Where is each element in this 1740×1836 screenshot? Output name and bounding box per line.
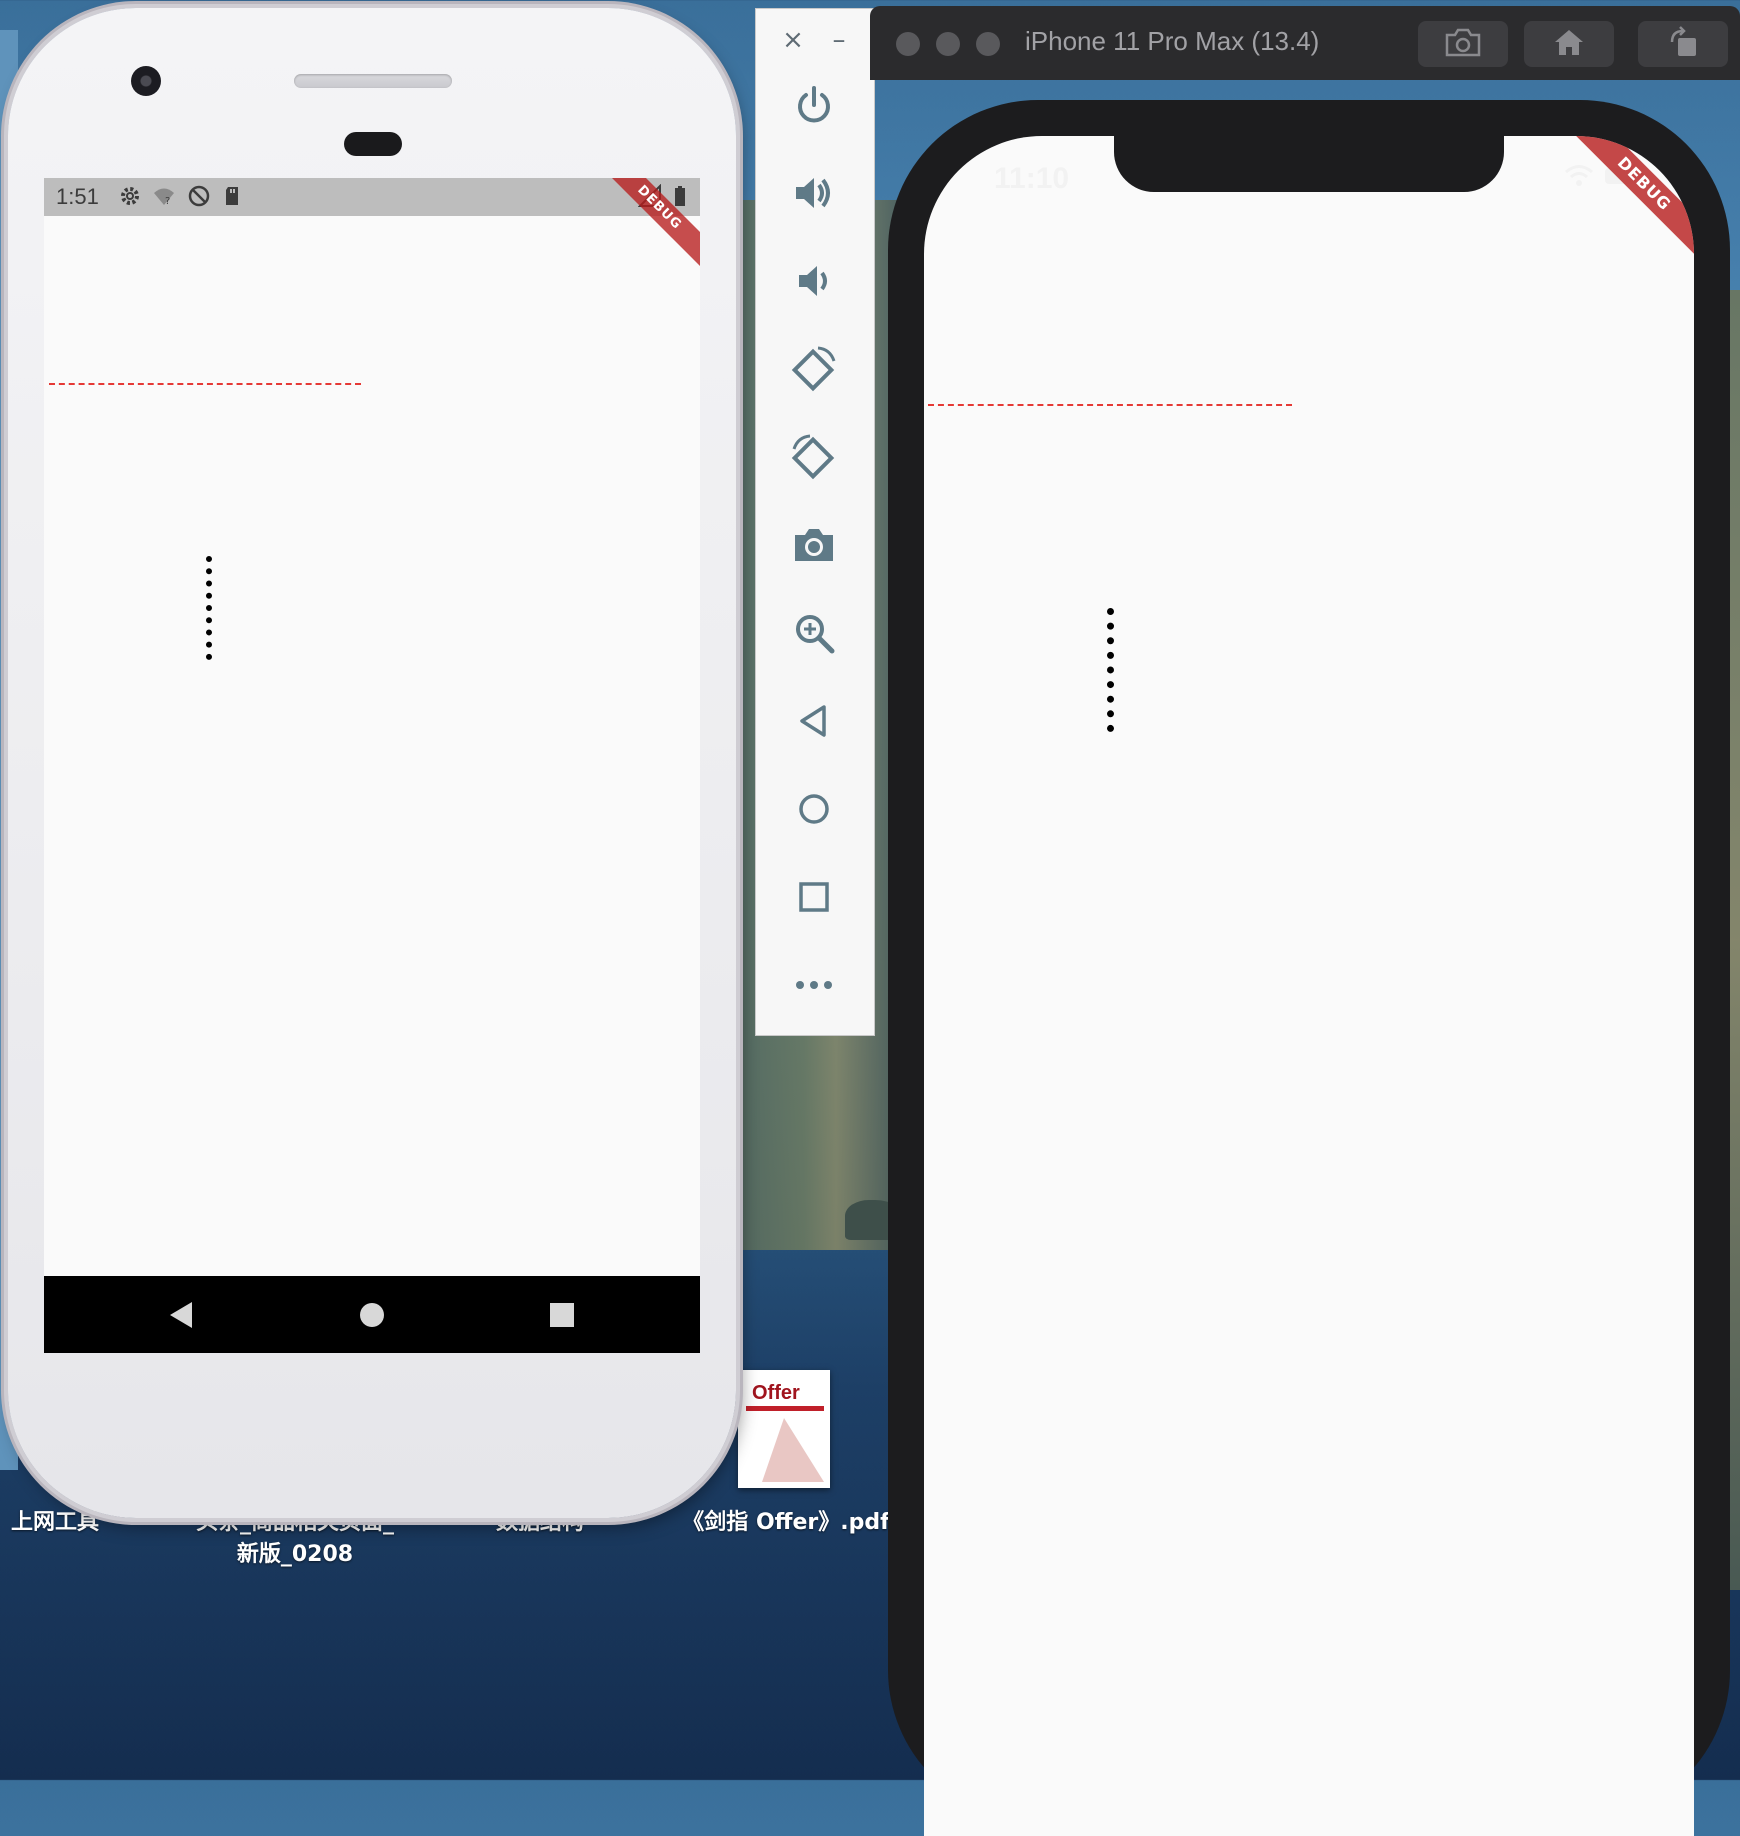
home-button[interactable] — [1524, 21, 1614, 67]
rotate-left-icon[interactable] — [784, 339, 844, 399]
earpiece-speaker — [294, 74, 452, 88]
dotted-line-vertical — [1107, 608, 1114, 732]
recents-icon[interactable] — [550, 1303, 574, 1327]
status-time: 11:10 — [994, 162, 1070, 195]
sd-card-icon — [221, 184, 245, 208]
overview-icon[interactable] — [784, 867, 844, 927]
no-sync-icon — [187, 184, 211, 208]
dashed-line-horizontal — [928, 404, 1292, 406]
pdf-thumbnail-band — [746, 1406, 824, 1411]
back-icon[interactable] — [784, 691, 844, 751]
android-emulator-device: 1:51 ? DEBUG — [8, 8, 736, 1518]
gear-icon — [118, 184, 142, 208]
home-icon[interactable] — [784, 779, 844, 839]
ios-simulator-device: 11:10 DEBUG — [888, 100, 1730, 1836]
screenshot-icon — [1445, 27, 1481, 61]
camera-icon[interactable] — [784, 515, 844, 575]
rotate-button[interactable] — [1638, 21, 1728, 67]
minimize-button[interactable]: – — [824, 25, 854, 55]
back-icon[interactable] — [170, 1302, 192, 1328]
volume-up-icon[interactable] — [784, 163, 844, 223]
close-button[interactable]: × — [778, 25, 808, 55]
pdf-file-thumbnail[interactable]: Offer — [738, 1370, 830, 1488]
device-notch — [1114, 136, 1504, 192]
pdf-thumbnail-art — [762, 1418, 824, 1482]
zoom-icon[interactable] — [784, 603, 844, 663]
icon-label-line: 《剑指 Offer》.pdf — [682, 1510, 890, 1535]
status-time: 1:51 — [56, 184, 99, 209]
home-icon — [1552, 27, 1586, 61]
rotate-right-icon[interactable] — [784, 427, 844, 487]
window-zoom-button[interactable] — [976, 32, 1000, 56]
android-status-bar: 1:51 ? — [44, 178, 700, 216]
wifi-icon: ? — [152, 184, 176, 208]
proximity-sensor — [344, 132, 402, 156]
volume-down-icon[interactable] — [784, 251, 844, 311]
more-icon[interactable] — [784, 955, 844, 1015]
dashed-line-horizontal — [49, 383, 361, 385]
window-minimize-button[interactable] — [936, 32, 960, 56]
pdf-thumbnail-title: Offer — [752, 1382, 800, 1404]
screenshot-button[interactable] — [1418, 21, 1508, 67]
power-icon[interactable] — [784, 75, 844, 135]
android-screen[interactable]: 1:51 ? DEBUG — [44, 178, 700, 1353]
front-camera — [131, 66, 161, 96]
debug-banner: DEBUG — [1570, 136, 1694, 258]
rotate-icon — [1666, 26, 1700, 62]
home-icon[interactable] — [360, 1303, 384, 1327]
svg-text:?: ? — [165, 196, 170, 207]
ios-simulator-titlebar: iPhone 11 Pro Max (13.4) — [870, 6, 1740, 80]
desktop-icon-label[interactable]: 上网工具 — [0, 1507, 110, 1539]
icon-label-line: 新版_0208 — [236, 1542, 354, 1567]
window-close-button[interactable] — [896, 32, 920, 56]
wifi-icon — [1564, 164, 1594, 192]
window-title: iPhone 11 Pro Max (13.4) — [1025, 26, 1320, 56]
android-navigation-bar — [44, 1276, 700, 1353]
desktop-icon-label[interactable]: 《剑指 Offer》.pdf — [676, 1507, 896, 1539]
ios-screen[interactable]: 11:10 DEBUG — [924, 136, 1694, 1836]
emulator-toolbar: × – — [755, 8, 875, 1036]
dotted-line-vertical — [206, 556, 212, 660]
icon-label-line: 上网工具 — [10, 1510, 99, 1535]
